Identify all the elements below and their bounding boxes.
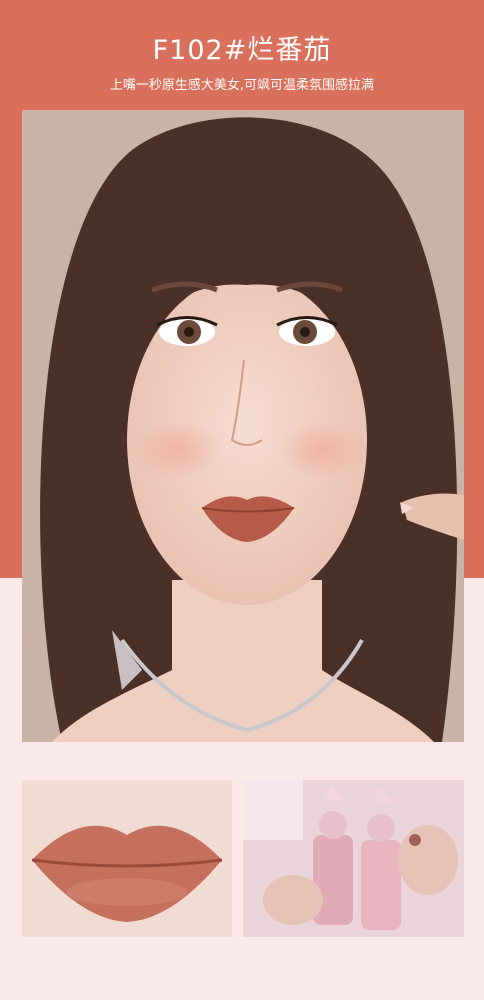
lipstick-product-photo — [243, 780, 464, 937]
lip-swatch-photo — [22, 780, 232, 937]
shade-title: F102#烂番茄 — [152, 35, 332, 66]
shade-description: 上嘴一秒原生感大美女,可飒可温柔氛围感拉满 — [109, 78, 375, 93]
model-photo — [22, 110, 464, 742]
